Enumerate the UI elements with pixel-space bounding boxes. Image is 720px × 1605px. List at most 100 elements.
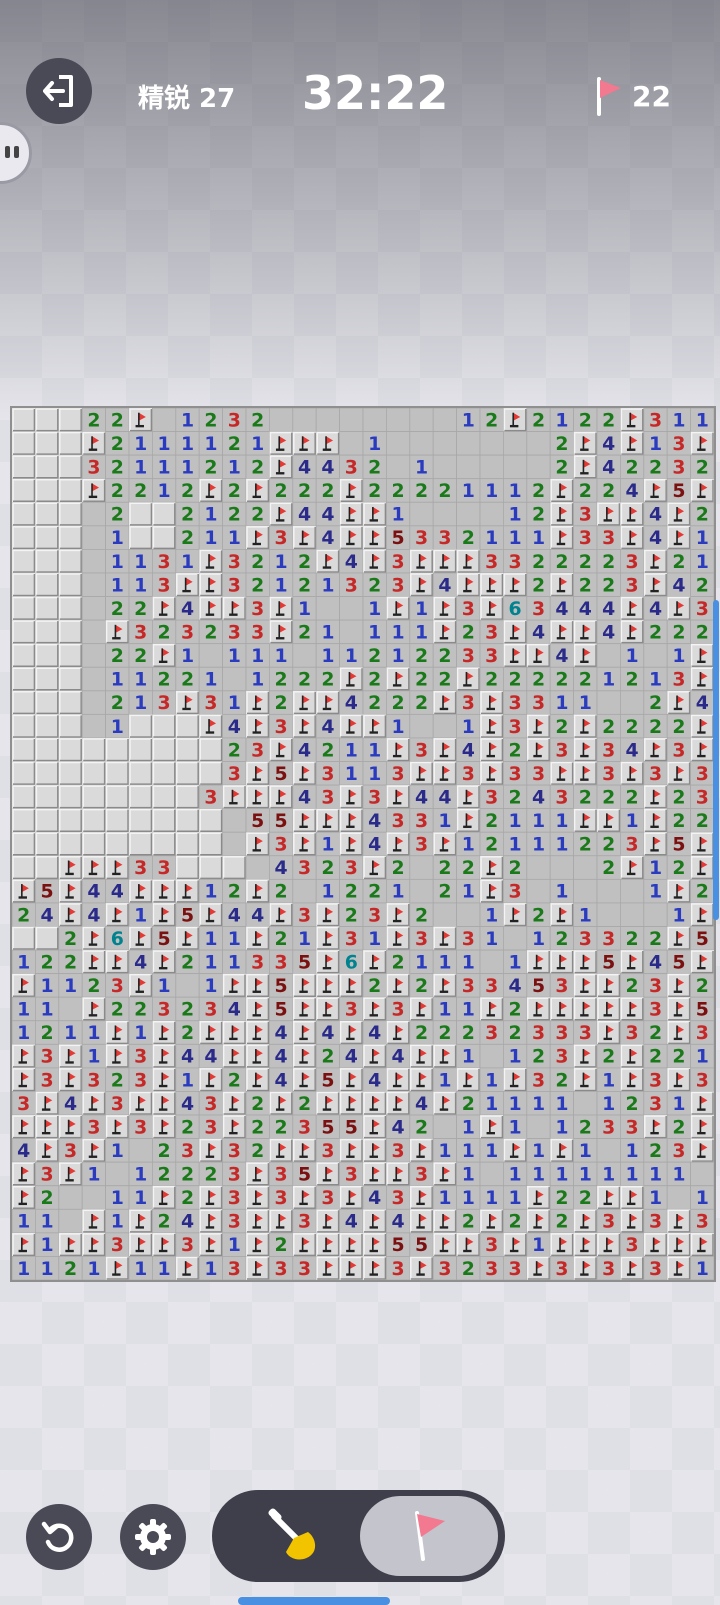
- number-cell[interactable]: 3: [526, 690, 551, 715]
- number-cell[interactable]: 2: [456, 619, 481, 645]
- number-cell[interactable]: 2: [34, 949, 60, 975]
- number-cell[interactable]: 1: [198, 501, 223, 527]
- number-cell[interactable]: 2: [385, 855, 411, 880]
- flagged-cell[interactable]: [550, 1232, 574, 1257]
- number-cell[interactable]: 2: [502, 666, 528, 692]
- number-cell[interactable]: 1: [526, 926, 551, 951]
- unopened-cell[interactable]: [175, 855, 200, 880]
- unopened-cell[interactable]: [199, 737, 223, 762]
- number-cell[interactable]: 3: [456, 690, 481, 715]
- number-cell[interactable]: 1: [643, 878, 668, 904]
- unopened-cell[interactable]: [58, 761, 83, 786]
- number-cell[interactable]: 3: [456, 643, 481, 668]
- number-cell[interactable]: 4: [292, 784, 317, 810]
- flagged-cell[interactable]: [58, 855, 83, 880]
- number-cell[interactable]: 3: [222, 1161, 247, 1187]
- flagged-cell[interactable]: [643, 808, 668, 833]
- flagged-cell[interactable]: [246, 478, 270, 503]
- number-cell[interactable]: 1: [385, 643, 411, 668]
- flagged-cell[interactable]: [643, 737, 668, 762]
- number-cell[interactable]: 3: [151, 549, 177, 574]
- flagged-cell[interactable]: [620, 620, 644, 644]
- empty-cell[interactable]: [339, 408, 364, 432]
- flagged-cell[interactable]: [199, 572, 223, 597]
- flagged-cell[interactable]: [339, 1232, 363, 1257]
- number-cell[interactable]: 2: [643, 690, 668, 715]
- number-cell[interactable]: 4: [690, 690, 714, 715]
- flagged-cell[interactable]: [503, 1232, 527, 1257]
- flagged-cell[interactable]: [386, 926, 410, 951]
- number-cell[interactable]: 2: [198, 454, 223, 480]
- flagged-cell[interactable]: [667, 761, 691, 786]
- number-cell[interactable]: 2: [526, 408, 551, 432]
- number-cell[interactable]: 1: [549, 1114, 575, 1139]
- unopened-cell[interactable]: [129, 737, 153, 762]
- unopened-cell[interactable]: [222, 855, 246, 880]
- number-cell[interactable]: 1: [128, 902, 153, 927]
- number-cell[interactable]: 1: [479, 902, 504, 927]
- empty-cell[interactable]: [456, 454, 481, 480]
- flagged-cell[interactable]: [503, 902, 527, 927]
- number-cell[interactable]: 1: [222, 525, 247, 550]
- number-cell[interactable]: 2: [362, 878, 387, 904]
- number-cell[interactable]: 5: [268, 808, 294, 833]
- number-cell[interactable]: 2: [81, 408, 106, 432]
- number-cell[interactable]: 2: [362, 643, 387, 668]
- number-cell[interactable]: 1: [432, 1067, 458, 1092]
- number-cell[interactable]: 1: [175, 1067, 200, 1092]
- flagged-cell[interactable]: [667, 1232, 691, 1257]
- number-cell[interactable]: 4: [268, 1043, 294, 1069]
- number-cell[interactable]: 4: [105, 878, 130, 904]
- number-cell[interactable]: 2: [268, 878, 294, 904]
- number-cell[interactable]: 2: [105, 431, 130, 456]
- number-cell[interactable]: 3: [385, 1138, 411, 1163]
- number-cell[interactable]: 2: [432, 1020, 458, 1045]
- flagged-cell[interactable]: [152, 879, 176, 903]
- number-cell[interactable]: 2: [573, 666, 598, 692]
- flagged-cell[interactable]: [339, 1138, 363, 1163]
- number-cell[interactable]: 3: [128, 855, 153, 880]
- number-cell[interactable]: 3: [198, 690, 223, 715]
- number-cell[interactable]: 1: [34, 1256, 60, 1280]
- number-cell[interactable]: 4: [409, 1091, 434, 1116]
- flagged-cell[interactable]: [152, 1115, 176, 1139]
- unopened-cell[interactable]: [105, 761, 129, 786]
- flagged-cell[interactable]: [456, 785, 480, 809]
- number-cell[interactable]: 1: [432, 1138, 458, 1163]
- number-cell[interactable]: 1: [245, 431, 270, 456]
- number-cell[interactable]: 2: [432, 643, 458, 668]
- empty-cell[interactable]: [666, 1185, 692, 1210]
- flagged-cell[interactable]: [269, 785, 293, 809]
- flagged-cell[interactable]: [82, 1091, 106, 1116]
- number-cell[interactable]: 1: [198, 926, 223, 951]
- number-cell[interactable]: 3: [596, 525, 621, 550]
- number-cell[interactable]: 1: [175, 408, 200, 432]
- number-cell[interactable]: 2: [175, 1185, 200, 1210]
- flagged-cell[interactable]: [363, 997, 387, 1021]
- number-cell[interactable]: 2: [620, 1091, 645, 1116]
- unopened-cell[interactable]: [199, 761, 223, 786]
- number-cell[interactable]: 4: [315, 454, 341, 480]
- flagged-cell[interactable]: [620, 950, 644, 974]
- number-cell[interactable]: 2: [690, 973, 714, 998]
- flagged-cell[interactable]: [620, 1185, 644, 1210]
- number-cell[interactable]: 2: [549, 1208, 575, 1234]
- unopened-cell[interactable]: [12, 714, 36, 738]
- unopened-cell[interactable]: [12, 455, 36, 479]
- number-cell[interactable]: 3: [643, 1067, 668, 1092]
- flagged-cell[interactable]: [339, 1091, 363, 1116]
- flagged-cell[interactable]: [503, 620, 527, 644]
- flagged-cell[interactable]: [175, 572, 200, 597]
- empty-cell[interactable]: [690, 1161, 714, 1187]
- number-cell[interactable]: 1: [81, 1256, 106, 1280]
- number-cell[interactable]: 1: [198, 431, 223, 456]
- number-cell[interactable]: 4: [222, 902, 247, 927]
- unopened-cell[interactable]: [12, 596, 36, 621]
- flagged-cell[interactable]: [363, 549, 387, 573]
- flagged-cell[interactable]: [316, 950, 340, 974]
- flagged-cell[interactable]: [620, 1044, 644, 1068]
- flagged-cell[interactable]: [339, 785, 363, 809]
- flagged-cell[interactable]: [690, 737, 714, 762]
- number-cell[interactable]: 1: [596, 666, 621, 692]
- flagged-cell[interactable]: [433, 761, 457, 786]
